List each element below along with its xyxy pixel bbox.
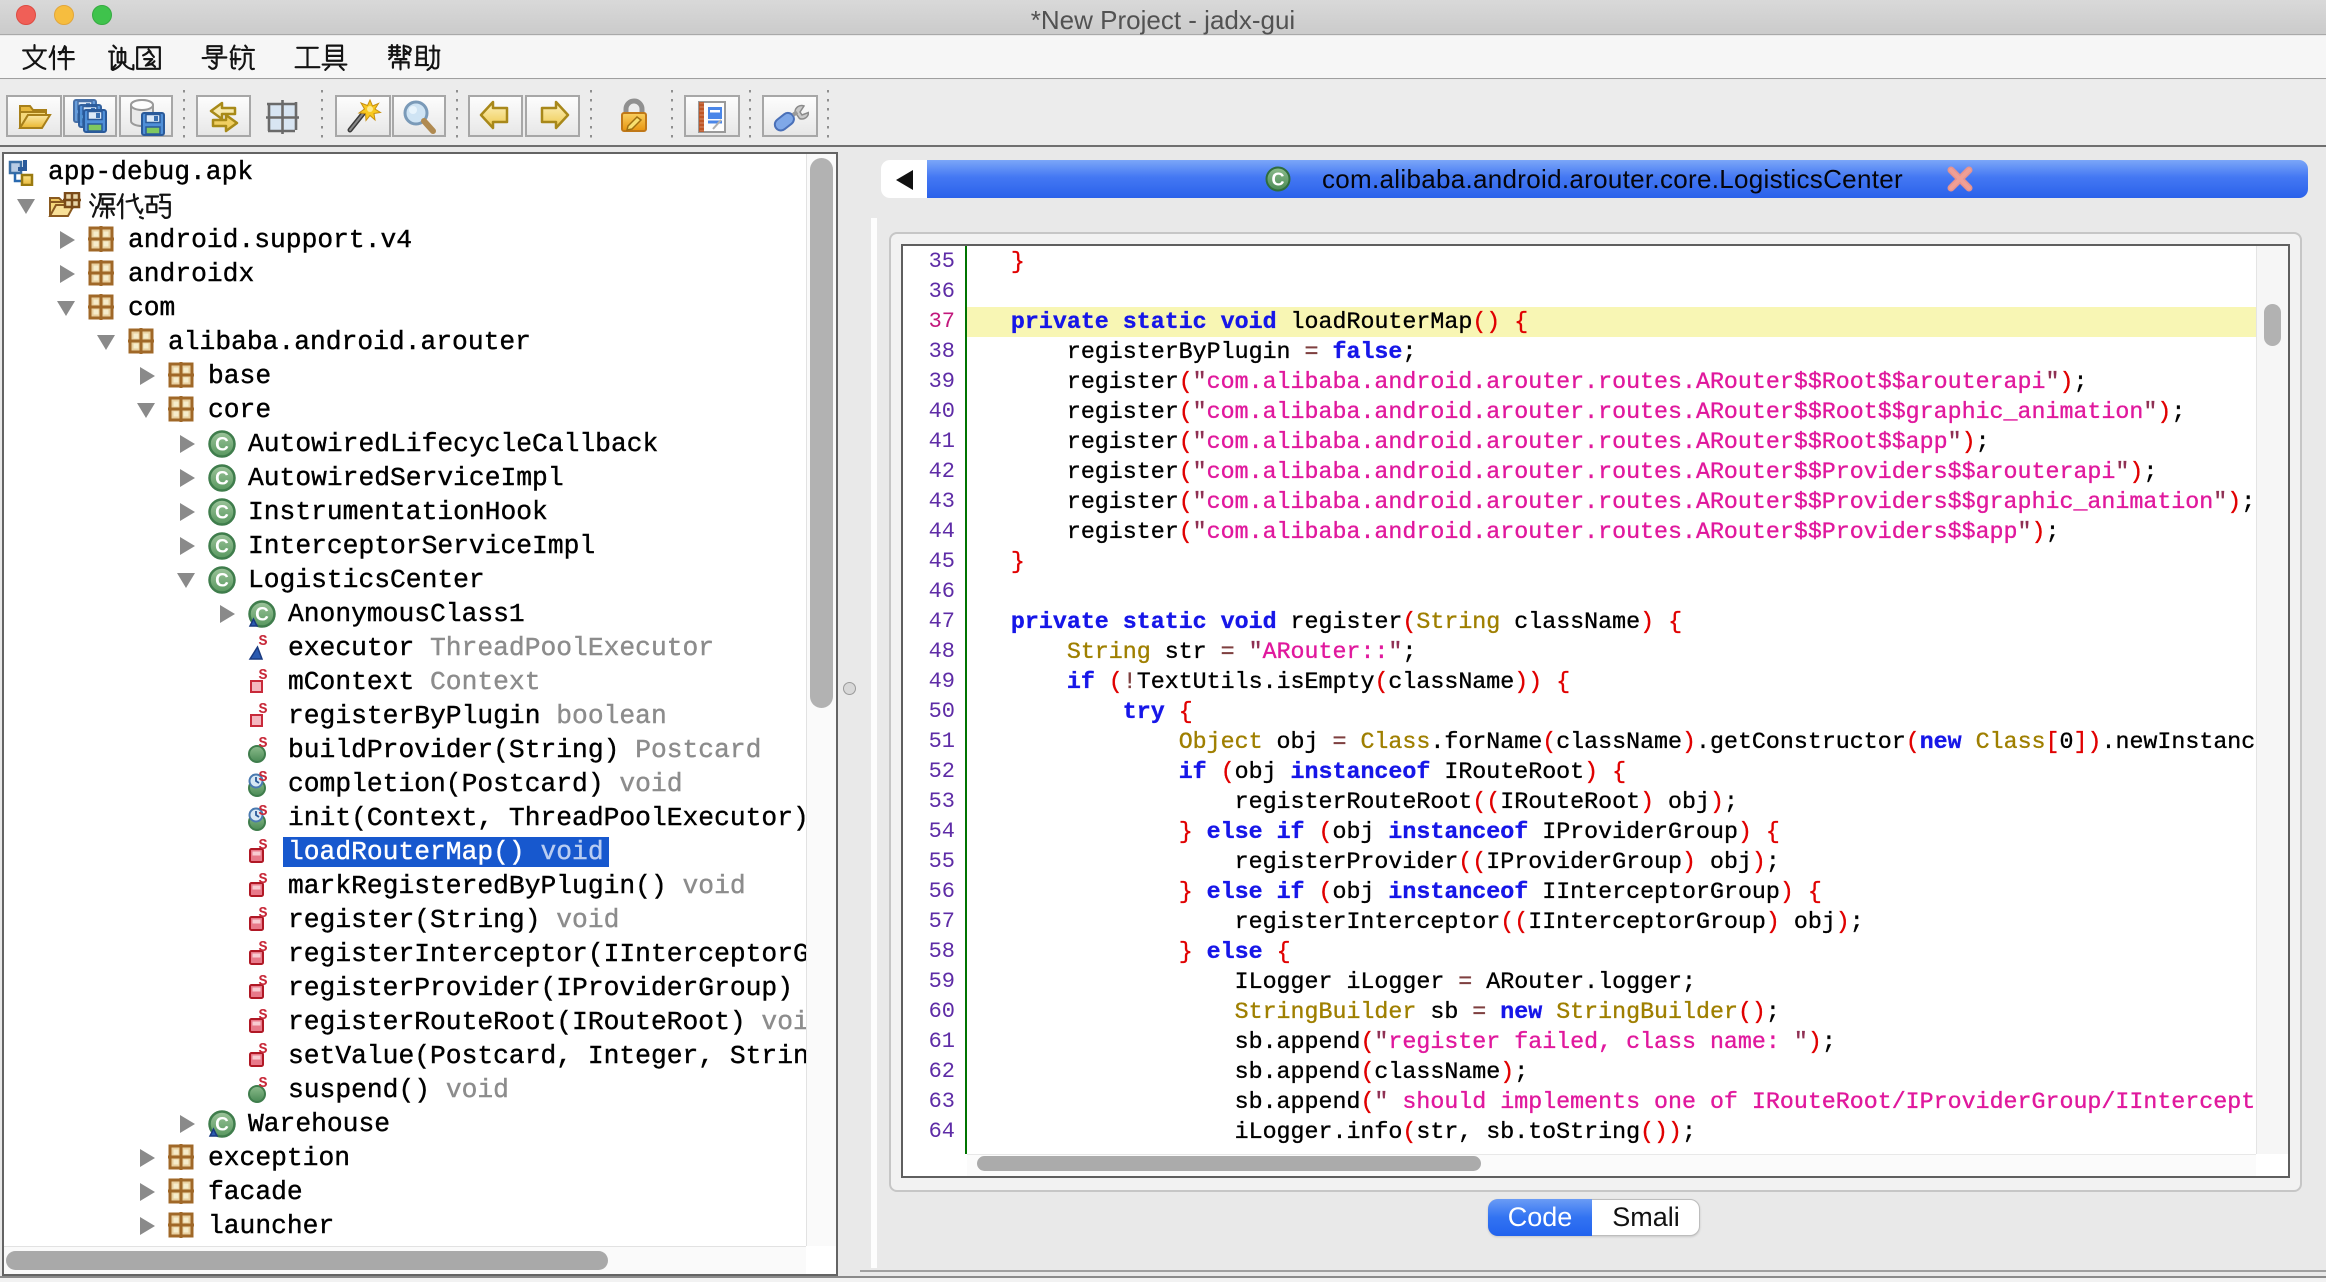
svg-text:S: S (258, 702, 267, 718)
svg-text:S: S (258, 974, 267, 990)
svg-text:C: C (1272, 170, 1285, 190)
svg-text:S: S (258, 804, 267, 820)
svg-text:C: C (215, 469, 229, 490)
svg-text:S: S (258, 1076, 267, 1092)
svg-text:C: C (255, 605, 269, 626)
svg-text:C: C (215, 435, 229, 456)
svg-text:S: S (258, 872, 267, 888)
svg-text:S: S (258, 1008, 267, 1024)
svg-text:C: C (215, 503, 229, 524)
svg-text:S: S (258, 838, 267, 854)
svg-text:S: S (258, 1042, 267, 1058)
svg-text:S: S (258, 634, 267, 650)
svg-text:C: C (215, 1115, 229, 1136)
svg-text:S: S (258, 940, 267, 956)
svg-text:S: S (258, 906, 267, 922)
svg-text:S: S (258, 668, 267, 684)
svg-text:C: C (215, 571, 229, 592)
svg-text:C: C (215, 537, 229, 558)
svg-text:S: S (258, 736, 267, 752)
svg-text:S: S (258, 770, 267, 786)
